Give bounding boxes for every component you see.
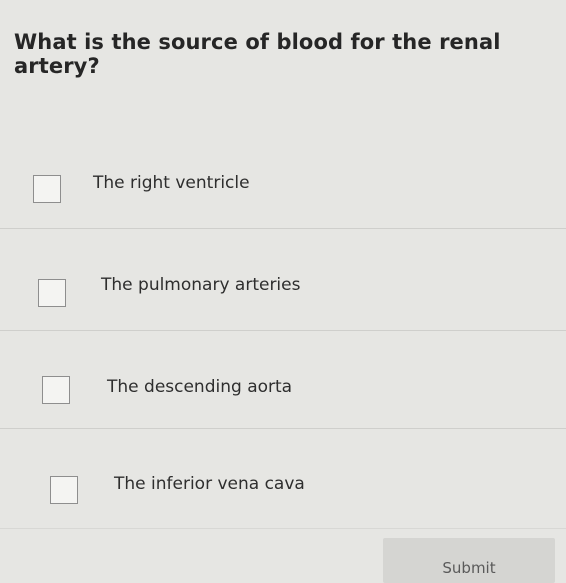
option-1-checkbox[interactable]	[33, 175, 61, 203]
option-2-checkbox[interactable]	[38, 279, 66, 307]
option-4[interactable]: The inferior vena cava	[0, 452, 566, 522]
option-3[interactable]: The descending aorta	[0, 357, 566, 427]
option-4-checkbox[interactable]	[50, 476, 78, 504]
option-4-label[interactable]: The inferior vena cava	[114, 474, 305, 494]
divider-2	[0, 330, 566, 331]
divider-4	[0, 528, 566, 529]
question-text: What is the source of blood for the rena…	[14, 30, 501, 78]
submit-button[interactable]: Submit	[383, 538, 555, 583]
divider-1	[0, 228, 566, 229]
option-1-label[interactable]: The right ventricle	[93, 173, 250, 193]
option-3-checkbox[interactable]	[42, 376, 70, 404]
option-2-label[interactable]: The pulmonary arteries	[101, 275, 300, 295]
divider-3	[0, 428, 566, 429]
option-1[interactable]: The right ventricle	[0, 150, 566, 220]
option-3-label[interactable]: The descending aorta	[107, 377, 292, 397]
option-2[interactable]: The pulmonary arteries	[0, 253, 566, 323]
